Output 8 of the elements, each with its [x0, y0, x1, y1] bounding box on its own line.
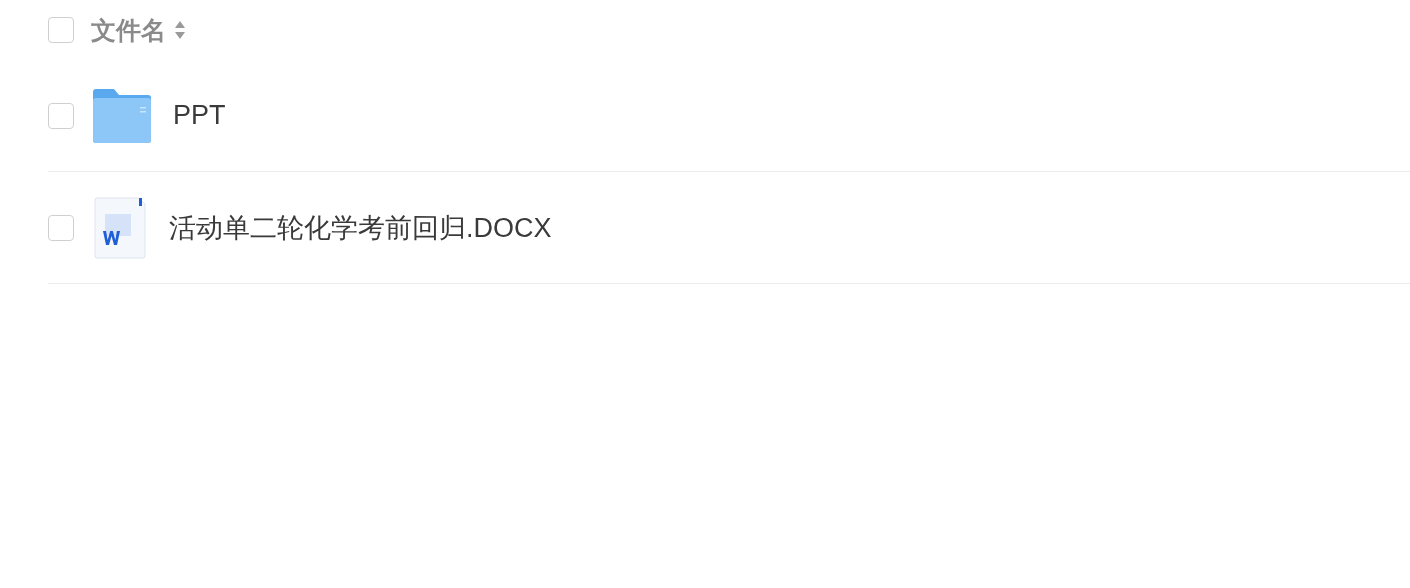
word-document-icon: [93, 196, 147, 259]
file-name[interactable]: 活动单二轮化学考前回归.DOCX: [169, 209, 552, 246]
row-checkbox[interactable]: [48, 214, 74, 241]
file-name[interactable]: PPT: [173, 100, 226, 131]
select-all-checkbox[interactable]: [48, 17, 74, 43]
row-checkbox[interactable]: [48, 102, 74, 129]
folder-icon: [93, 88, 151, 143]
sort-icon[interactable]: [174, 20, 186, 40]
